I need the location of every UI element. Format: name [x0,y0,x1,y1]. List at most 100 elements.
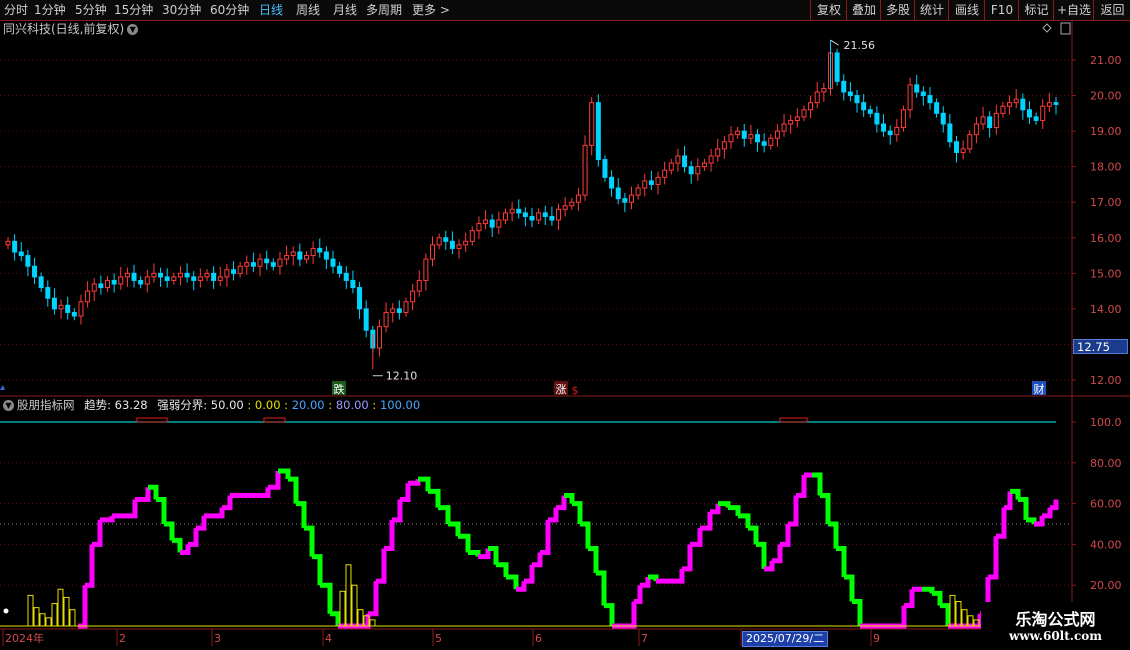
time-axis-label-0: 2024年 [5,631,44,645]
candle-down [841,80,847,93]
chevron-down-icon[interactable]: ▼ [3,400,14,411]
candle-down [755,134,761,143]
tab-multi-period[interactable]: 多周期 [366,0,402,20]
stats-button[interactable]: 统计 [914,0,949,20]
candle-up [768,137,774,146]
candle-down [682,155,688,168]
trend-up-segment [100,515,115,523]
candle-up [177,272,183,278]
candle-down [45,287,51,299]
tab-15min[interactable]: 15分钟 [114,0,153,20]
candle-up [589,102,595,146]
trend-up-segment [682,544,693,572]
candle-down [609,176,615,189]
marker-1: 涨 [556,383,567,396]
volume-bar [57,588,64,627]
candle-up [310,247,316,257]
candle-up [960,148,966,153]
tab-1min[interactable]: 1分钟 [34,0,66,20]
stock-title-bar: 同兴科技(日线,前复权) ▼ [3,21,139,37]
candle-down [18,251,24,257]
candle-down [867,109,873,114]
tag-button[interactable]: 标记 [1018,0,1054,20]
diamond-icon [1042,23,1052,33]
add-watchlist-button[interactable]: +自选 [1053,0,1094,20]
volume-bar [339,590,346,627]
trend-up-segment [640,577,651,588]
price-tick-label: 14.00 [1090,303,1122,316]
candle-up [502,212,508,221]
trend-down-segment [820,492,831,524]
candle-down [396,308,402,313]
trend-down-segment [330,611,341,626]
candle-up [1013,98,1019,104]
chart-canvas[interactable]: 21.0020.0019.0018.0017.0016.0015.0014.00… [0,0,1130,650]
trend-down-segment [852,599,863,626]
current-price-badge: 12.75 [1073,339,1128,354]
tab-daily[interactable]: 日线 [259,0,283,20]
trend-up-segment [376,548,387,584]
trend-down-segment [496,562,509,578]
candle-down [32,265,38,278]
high-arrow [830,39,839,46]
time-axis-label-5: 6 [535,632,542,645]
trend-up-segment [674,568,685,584]
volume-bar [45,617,52,627]
pane-dot-icon [3,608,9,614]
tab-30min[interactable]: 30分钟 [162,0,201,20]
back-button[interactable]: 返回 [1093,0,1130,20]
candle-up [562,205,568,210]
price-tick-label: 18.00 [1090,161,1122,174]
fuquan-button[interactable]: 复权 [810,0,847,20]
chevron-down-icon[interactable]: ▼ [127,24,139,35]
overlay-button[interactable]: 叠加 [846,0,881,20]
trend-up-segment [85,544,95,588]
draw-line-button[interactable]: 画线 [948,0,985,20]
candle-up [423,258,429,281]
candle-down [761,141,767,146]
candle-up [383,311,389,328]
f10-button[interactable]: F10 [984,0,1019,20]
price-tick-label: 16.00 [1090,232,1122,245]
candle-down [71,311,77,317]
candle-down [98,283,104,289]
candle-down [270,262,276,267]
low-price-label: 12.10 [386,370,418,383]
candle-down [443,237,449,242]
tab-fenshi[interactable]: 分时 [4,0,28,20]
candle-up [695,166,701,175]
candle-up [794,116,800,121]
candle-down [343,272,349,281]
trend-down-segment [738,513,751,529]
candle-up [496,219,502,228]
trend-up-segment [392,499,403,523]
candle-down [881,123,887,132]
cursor-date-badge: 2025/07/29/二 [742,631,829,647]
trend-up-segment [556,495,567,511]
volume-bar [33,607,40,627]
candle-down [184,272,190,278]
trend-up-segment [772,544,783,564]
candle-up [788,119,794,125]
candle-up [463,240,469,246]
candle-up [900,109,906,129]
trend-down-segment [1026,517,1037,524]
tab-more[interactable]: 更多 > [412,0,450,20]
level-20: 20.00 [291,398,325,412]
trend-up-segment [135,487,151,503]
tab-60min[interactable]: 60分钟 [210,0,249,20]
trend-up-segment [904,589,915,609]
tab-weekly[interactable]: 周线 [296,0,320,20]
trend-up-segment [626,601,637,629]
trend-up-segment [548,507,559,523]
trend-down-segment [604,603,615,626]
indicator-tick-label: 20.00 [1090,579,1122,592]
tab-5min[interactable]: 5分钟 [75,0,107,20]
tab-monthly[interactable]: 月线 [333,0,357,20]
candle-down [297,251,303,260]
multi-stock-button[interactable]: 多股 [880,0,915,20]
candle-up [735,130,741,136]
watermark-url: www.60lt.com [1009,629,1102,643]
trend-up-segment [996,507,1007,539]
trend-up-segment [988,536,999,580]
